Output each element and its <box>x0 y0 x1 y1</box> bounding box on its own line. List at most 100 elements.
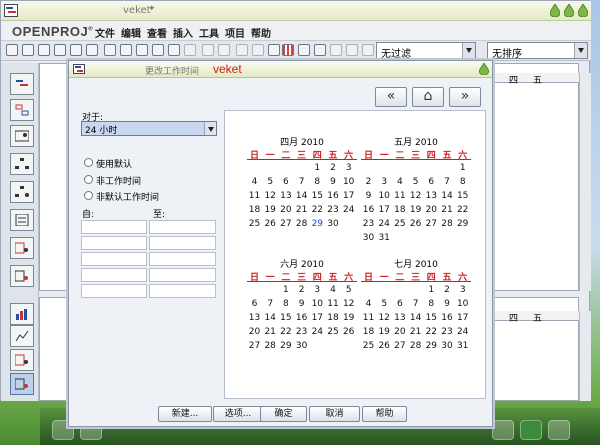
calendar-day[interactable]: 20 <box>424 205 439 215</box>
calendar-day[interactable]: 10 <box>455 299 470 309</box>
ok-button[interactable]: 确定 <box>260 406 307 422</box>
calendar-day[interactable]: 28 <box>408 341 423 351</box>
calendar-day[interactable]: 13 <box>424 191 439 201</box>
histogram-view-button[interactable] <box>10 303 34 325</box>
pdf-icon[interactable] <box>86 44 98 56</box>
resource-usage-detail-button[interactable] <box>10 373 34 395</box>
calendar-day[interactable]: 21 <box>440 205 455 215</box>
chevron-down-icon[interactable] <box>204 122 216 135</box>
calendar-day[interactable]: 11 <box>247 191 262 201</box>
scroll-left-icon[interactable] <box>346 44 358 56</box>
to-time-field[interactable] <box>149 236 216 250</box>
calendar-day[interactable]: 12 <box>408 191 423 201</box>
calendar-day[interactable]: 11 <box>326 299 341 309</box>
calendar-day[interactable]: 4 <box>361 299 376 309</box>
calendar-day[interactable]: 25 <box>247 219 262 229</box>
calendar-select[interactable]: 24 小时 <box>81 121 217 136</box>
calendar-day[interactable]: 26 <box>377 341 392 351</box>
calendar-day[interactable]: 25 <box>326 327 341 337</box>
calendar-day[interactable]: 31 <box>455 341 470 351</box>
calendar-day[interactable]: 22 <box>424 327 439 337</box>
calendar-day[interactable]: 12 <box>377 313 392 323</box>
print-icon[interactable] <box>54 44 66 56</box>
calendar-day[interactable]: 1 <box>278 285 293 295</box>
calendar-day[interactable]: 18 <box>392 205 407 215</box>
calendar-day[interactable]: 29 <box>278 341 293 351</box>
calendar-day[interactable]: 15 <box>424 313 439 323</box>
redo-icon[interactable] <box>184 44 196 56</box>
calendar-day[interactable]: 22 <box>310 205 325 215</box>
calendar-day[interactable]: 23 <box>294 327 309 337</box>
options-button[interactable]: 选项... <box>213 406 263 422</box>
calendar-day[interactable]: 1 <box>455 163 470 173</box>
calendar-day[interactable]: 18 <box>247 205 262 215</box>
calendar-day[interactable]: 3 <box>455 285 470 295</box>
calendar-day[interactable]: 6 <box>392 299 407 309</box>
calendar-day[interactable]: 19 <box>408 205 423 215</box>
radio-circle[interactable] <box>84 158 93 167</box>
calendar-day[interactable]: 11 <box>392 191 407 201</box>
calendar-day[interactable]: 30 <box>361 233 376 243</box>
prev-month-button[interactable]: « <box>375 87 407 107</box>
sort-select[interactable]: 无排序 <box>487 42 588 60</box>
calendar-day[interactable]: 15 <box>310 191 325 201</box>
close-drop-icon[interactable] <box>479 63 489 75</box>
calendar-day[interactable]: 29 <box>455 219 470 229</box>
calendar-day[interactable]: 15 <box>455 191 470 201</box>
resource-usage-view-button[interactable] <box>10 265 34 287</box>
dock-app-icon[interactable] <box>492 420 514 440</box>
chevron-down-icon[interactable] <box>462 43 475 58</box>
unlink-icon[interactable] <box>218 44 230 56</box>
table-icon[interactable] <box>282 44 294 56</box>
from-time-field[interactable] <box>81 252 147 266</box>
calendar-day[interactable]: 20 <box>247 327 262 337</box>
dock-app-icon[interactable] <box>548 420 570 440</box>
calendar-day[interactable]: 15 <box>278 313 293 323</box>
copy-icon[interactable] <box>120 44 132 56</box>
calendar-day[interactable]: 17 <box>310 313 325 323</box>
calendar-day[interactable]: 8 <box>424 299 439 309</box>
calendar-day[interactable]: 17 <box>377 205 392 215</box>
calendar-day[interactable]: 22 <box>455 205 470 215</box>
calendar-day[interactable]: 9 <box>361 191 376 201</box>
paste-icon[interactable] <box>136 44 148 56</box>
calendar-day[interactable]: 21 <box>408 327 423 337</box>
calendar-day[interactable]: 4 <box>247 177 262 187</box>
calendar-day[interactable]: 7 <box>408 299 423 309</box>
calendar-day[interactable]: 27 <box>392 341 407 351</box>
calendar-day[interactable]: 23 <box>361 219 376 229</box>
calendar-day[interactable]: 29 <box>424 341 439 351</box>
menu-view[interactable]: 查看 <box>147 25 167 40</box>
calendar-day[interactable]: 2 <box>294 285 309 295</box>
calendar-day[interactable]: 22 <box>278 327 293 337</box>
from-time-field[interactable] <box>81 268 147 282</box>
gantt-view-button[interactable] <box>10 73 34 95</box>
maximize-drop-icon[interactable] <box>564 4 574 17</box>
calendar-day[interactable]: 20 <box>392 327 407 337</box>
zoom-in-icon[interactable] <box>298 44 310 56</box>
calendar-day[interactable]: 24 <box>455 327 470 337</box>
calendar-day[interactable]: 21 <box>263 327 278 337</box>
menu-tools[interactable]: 工具 <box>199 25 219 40</box>
calendar-day[interactable]: 10 <box>310 299 325 309</box>
calendar-day[interactable]: 16 <box>326 191 341 201</box>
calendar-day[interactable]: 19 <box>263 205 278 215</box>
calendar-day[interactable]: 30 <box>326 219 341 229</box>
menu-help[interactable]: 帮助 <box>251 25 271 40</box>
calendar-day[interactable]: 18 <box>326 313 341 323</box>
calendar-day[interactable]: 30 <box>294 341 309 351</box>
find-icon[interactable] <box>152 44 164 56</box>
calendar-day[interactable]: 5 <box>263 177 278 187</box>
vertical-scrollbar[interactable] <box>579 73 591 291</box>
from-time-field[interactable] <box>81 236 147 250</box>
network-view-button[interactable] <box>10 99 34 121</box>
calendar-day[interactable]: 24 <box>310 327 325 337</box>
chevron-down-icon[interactable] <box>574 43 587 58</box>
calendar-day[interactable]: 13 <box>392 313 407 323</box>
calendar-day[interactable]: 26 <box>263 219 278 229</box>
calendar-day[interactable]: 10 <box>341 177 356 187</box>
indent-icon[interactable] <box>236 44 248 56</box>
new-button[interactable]: 新建... <box>158 406 212 422</box>
calendar-day[interactable]: 26 <box>408 219 423 229</box>
calendar-day[interactable]: 27 <box>424 219 439 229</box>
